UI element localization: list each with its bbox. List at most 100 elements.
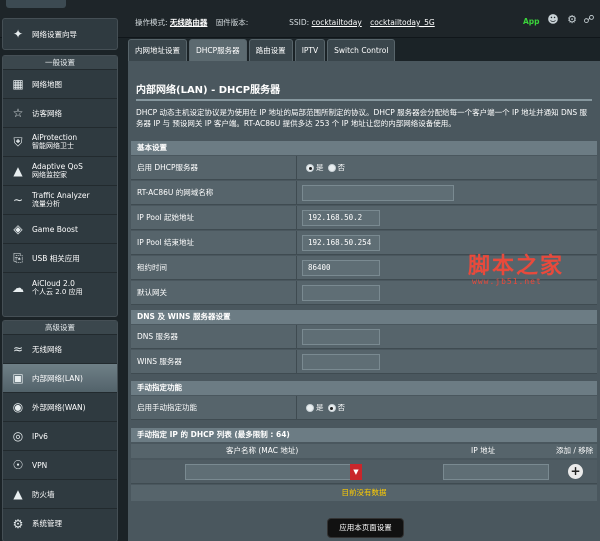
apply-button[interactable]: 应用本页面设置 [327,518,404,538]
list-section-header: 手动指定 IP 的 DHCP 列表 (最多限制 : 64) [131,428,597,442]
wins-row: WINS 服务器 [131,350,597,374]
manual-enable-radios: 是 否 [306,396,349,420]
manual-enable-no-radio[interactable] [327,404,336,412]
qos-icon: ▲ [13,164,23,178]
sidebar-item-aiprotection[interactable]: ⛨ AiProtection 智能网络卫士 [3,128,117,157]
lease-input[interactable]: 86400 [302,260,380,276]
general-header: 一般设置 [3,56,117,70]
shield-icon: ⛨ [13,134,23,149]
domain-row: RT-AC86U 的网域名称 [131,181,597,205]
sidebar-item-label: 访客网络 [32,108,62,118]
user-icon[interactable]: ☻ [546,13,560,27]
advanced-block: 高级设置 ≈ 无线网络 ▣ 内部网络(LAN) ◉ 外部网络(WAN) ◎ IP… [2,320,118,541]
sidebar-item-ipv6[interactable]: ◎ IPv6 [3,422,117,451]
pool-start-input[interactable]: 192.168.50.2 [302,210,380,226]
network-map-icon: ▦ [12,77,24,91]
sidebar-item-label: 防火墙 [32,489,55,499]
sidebar-item-wan[interactable]: ◉ 外部网络(WAN) [3,393,117,422]
sidebar-item-label: 网络设置向导 [32,29,77,39]
dns-row: DNS 服务器 [131,325,597,349]
sidebar-item-label: 网络地图 [32,79,62,89]
pool-end-row: IP Pool 结束地址 192.168.50.254 [131,231,597,255]
dns-input[interactable] [302,329,380,345]
wifi-icon: ≈ [12,342,24,356]
sidebar-item-label: USB 相关应用 [32,253,80,263]
sidebar-item-label: 外部网络(WAN) [32,402,86,412]
sidebar-item-label: 内部网络(LAN) [32,373,83,383]
sidebar-item-label: IPv6 [32,431,48,441]
ip-address-input[interactable] [443,464,549,480]
main-panel: 内部网络(LAN) - DHCP服务器 DHCP 动态主机设定协议是为使用在 I… [128,61,600,541]
tab-dhcp-server[interactable]: DHCP服务器 [189,39,247,61]
sidebar-item-adaptive-qos[interactable]: ▲ Adaptive QoS 网络监控家 [3,157,117,186]
ssid-24g-link[interactable]: cocktailtoday [312,18,362,27]
sidebar-item-label: Game Boost [32,224,78,234]
gateway-input[interactable] [302,285,380,301]
sidebar-item-sublabel: 流量分析 [32,200,60,208]
cloud-icon: ☁ [12,280,24,295]
ssid-5g-link[interactable]: cocktailtoday_5G [370,18,435,27]
empty-list-message: 目前没有数据 [131,485,597,501]
mode-value-link[interactable]: 无线路由器 [170,18,208,27]
enable-dhcp-yes-radio[interactable] [306,164,314,172]
sidebar-item-sublabel: 网络监控家 [32,171,67,179]
add-icon[interactable]: + [568,464,583,479]
sidebar-item-wizard[interactable]: ✦ 网络设置向导 [3,19,117,49]
dns-label: DNS 服务器 [137,332,179,341]
tab-lan-ip[interactable]: 内网地址设置 [128,39,187,61]
tab-route[interactable]: 路由设置 [248,39,293,61]
lan-icon: ▣ [12,371,24,385]
pool-start-row: IP Pool 起始地址 192.168.50.2 [131,206,597,230]
sidebar-item-aicloud[interactable]: ☁ AiCloud 2.0 个人云 2.0 应用 [3,273,117,302]
sidebar-item-label: Adaptive QoS [32,162,83,171]
chevron-down-icon[interactable]: ▼ [350,464,362,480]
tab-iptv[interactable]: IPTV [294,39,326,61]
wins-label: WINS 服务器 [137,357,182,366]
vpn-icon: ☉ [12,458,24,472]
sidebar-item-administration[interactable]: ⚙ 系统管理 [3,509,117,538]
dns-section-header: DNS 及 WINS 服务器设置 [131,310,597,324]
sidebar-item-vpn[interactable]: ☉ VPN [3,451,117,480]
wand-icon: ✦ [12,27,24,41]
manual-enable-yes-radio[interactable] [306,404,314,412]
page-title: 内部网络(LAN) - DHCP服务器 [136,85,281,96]
sidebar-item-guest-network[interactable]: ☆ 访客网络 [3,99,117,128]
manual-section-header: 手动指定功能 [131,381,597,395]
domain-input[interactable] [302,185,454,201]
ssid-label: SSID: [289,18,310,27]
client-mac-input[interactable] [185,464,353,480]
manual-enable-row: 启用手动指定功能 是 否 [131,396,597,420]
enable-dhcp-no-radio[interactable] [327,164,336,172]
pool-end-label: IP Pool 结束地址 [137,238,195,247]
wizard-block: ✦ 网络设置向导 [2,18,118,50]
sidebar-item-usb[interactable]: ⎘ USB 相关应用 [3,244,117,273]
sidebar-item-lan[interactable]: ▣ 内部网络(LAN) [3,364,117,393]
domain-label: RT-AC86U 的网域名称 [137,188,214,197]
lease-row: 租约时间 86400 [131,256,597,280]
wins-input[interactable] [302,354,380,370]
network-icon[interactable]: ☍ [582,13,596,27]
sidebar-item-label: VPN [32,460,48,470]
guest-icon: ☆ [12,106,24,120]
tab-switch-control[interactable]: Switch Control [327,39,396,61]
sidebar-item-game-boost[interactable]: ◈ Game Boost [3,215,117,244]
mode-label: 操作模式: [135,18,168,27]
list-input-row: ▼ + [131,460,597,484]
sidebar: ✦ 网络设置向导 一般设置 ▦ 网络地图 ☆ 访客网络 ⛨ AiProtecti… [0,12,120,541]
usb-icon[interactable]: ⚙ [565,13,579,27]
sidebar-item-traffic-analyzer[interactable]: ∼ Traffic Analyzer 流量分析 [3,186,117,215]
col-ip-header: IP 地址 [471,446,496,455]
app-link[interactable]: App [523,17,540,26]
traffic-icon: ∼ [12,193,24,207]
pool-end-input[interactable]: 192.168.50.254 [302,235,380,251]
sidebar-item-sublabel: 智能网络卫士 [32,142,74,150]
sidebar-item-wireless[interactable]: ≈ 无线网络 [3,335,117,364]
gateway-label: 默认网关 [137,288,167,297]
usb-icon: ⎘ [13,250,23,265]
brand-logo [6,0,66,8]
page-description: DHCP 动态主机设定协议是为使用在 IP 地址的局部范围所制定的协议。DHCP… [136,108,588,128]
sidebar-item-firewall[interactable]: ▲ 防火墙 [3,480,117,509]
ipv6-icon: ◎ [12,429,24,443]
general-block: 一般设置 ▦ 网络地图 ☆ 访客网络 ⛨ AiProtection 智能网络卫士 … [2,55,118,317]
sidebar-item-network-map[interactable]: ▦ 网络地图 [3,70,117,99]
